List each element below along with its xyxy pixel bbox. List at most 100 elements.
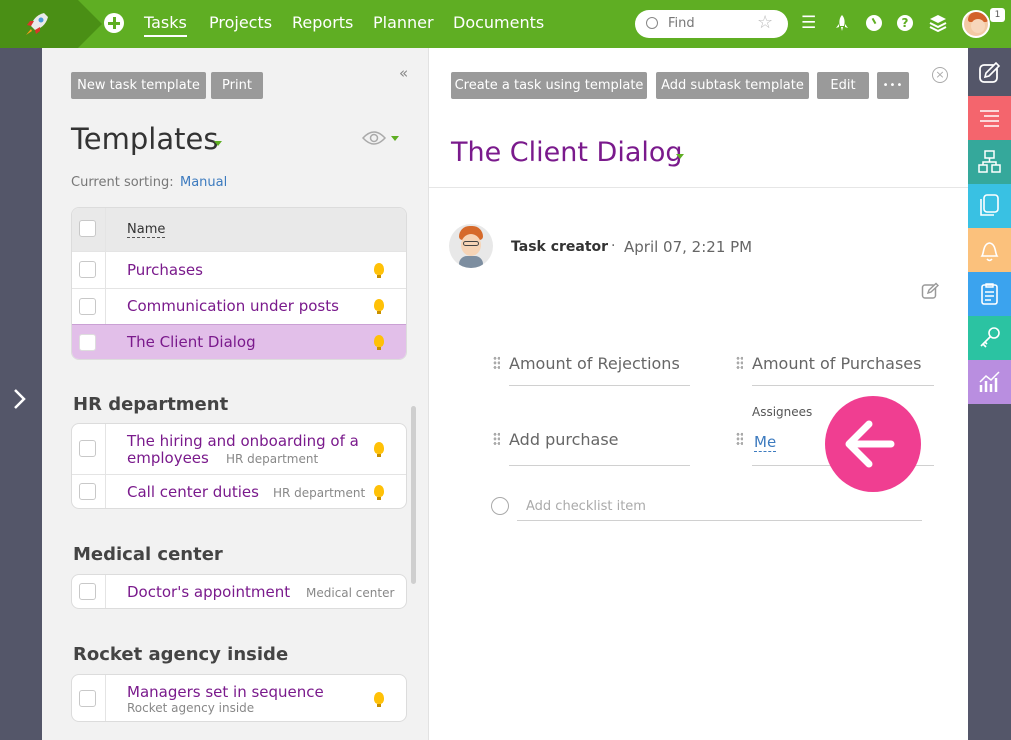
user-avatar[interactable] [962, 10, 990, 38]
template-link-line2[interactable]: employees [127, 449, 209, 467]
more-button[interactable]: ••• [877, 72, 909, 99]
row-checkbox[interactable] [79, 440, 96, 457]
row-checkbox[interactable] [79, 334, 96, 351]
template-link[interactable]: Communication under posts [127, 297, 339, 315]
row-checkbox[interactable] [79, 583, 96, 600]
template-group-label: HR department [273, 486, 366, 500]
toolbar-edit[interactable] [968, 52, 1011, 96]
creator-label: Task creator [511, 239, 609, 255]
back-arrow-button[interactable] [825, 396, 921, 492]
eye-dropdown-icon[interactable] [391, 136, 399, 141]
new-task-template-button[interactable]: New task template [71, 72, 206, 99]
drag-handle-icon[interactable] [493, 432, 500, 446]
row-checkbox[interactable] [79, 483, 96, 500]
nav-projects[interactable]: Projects [209, 13, 272, 32]
create-task-from-template-button[interactable]: Create a task using template [451, 72, 647, 99]
collapse-panel-icon[interactable]: « [399, 64, 408, 82]
table-row[interactable]: Purchases [72, 251, 406, 288]
add-subtask-template-button[interactable]: Add subtask template [656, 72, 809, 99]
search-icon [646, 17, 658, 29]
nav-planner[interactable]: Planner [373, 13, 434, 32]
lightbulb-icon [374, 442, 384, 457]
column-divider [105, 675, 106, 721]
checklist-radio[interactable] [491, 497, 509, 515]
template-link[interactable]: Doctor's appointment [127, 583, 290, 601]
favorite-star-icon[interactable]: ☆ [757, 12, 773, 33]
close-icon[interactable]: × [932, 67, 948, 83]
group-heading: Rocket agency inside [73, 644, 289, 665]
list-icon [980, 110, 999, 127]
lightbulb-icon [374, 335, 384, 350]
toolbar-documents[interactable] [968, 184, 1011, 228]
template-link[interactable]: Call center duties [127, 483, 259, 501]
table-row[interactable]: Call center duties HR department [72, 474, 406, 508]
sorting-label: Current sorting: [71, 175, 174, 190]
checklist-underline [517, 520, 922, 521]
rocket-icon [26, 13, 48, 35]
timer-icon[interactable] [866, 15, 882, 31]
row-checkbox[interactable] [79, 298, 96, 315]
template-link[interactable]: The Client Dialog [127, 333, 256, 351]
checklist-input[interactable]: Add checklist item [526, 499, 646, 514]
panel-scrollbar[interactable] [411, 406, 416, 584]
chart-icon [979, 371, 1000, 392]
search-input[interactable]: Find ☆ [635, 10, 788, 38]
template-group-label: Medical center [306, 586, 395, 600]
logo-arrow [78, 0, 102, 48]
sorting-value[interactable]: Manual [180, 175, 227, 190]
nav-documents[interactable]: Documents [453, 13, 544, 32]
panel-title: Templates [71, 122, 219, 156]
row-checkbox[interactable] [79, 690, 96, 707]
created-date: April 07, 2:21 PM [624, 238, 753, 256]
creator-avatar [449, 224, 493, 268]
drag-handle-icon[interactable] [736, 432, 743, 446]
select-all-checkbox[interactable] [79, 220, 96, 237]
custom-field-label[interactable]: Amount of Rejections [509, 354, 680, 373]
layers-icon[interactable] [929, 14, 947, 32]
edit-button[interactable]: Edit [817, 72, 869, 99]
group-card: The hiring and onboarding of a employees… [71, 423, 407, 509]
template-link[interactable]: Purchases [127, 261, 203, 279]
edit-pencil-icon[interactable] [921, 282, 939, 300]
field-underline [509, 465, 690, 466]
toolbar-notifications[interactable] [968, 228, 1011, 272]
toolbar-tasks[interactable] [968, 96, 1011, 140]
field-underline [752, 385, 934, 386]
nav-tasks[interactable]: Tasks [144, 13, 187, 37]
logo[interactable] [0, 0, 78, 48]
nav-reports[interactable]: Reports [292, 13, 353, 32]
custom-field-label[interactable]: Amount of Purchases [752, 354, 921, 373]
template-link[interactable]: Managers set in sequence [127, 683, 324, 701]
assignee-link[interactable]: Me [754, 434, 777, 452]
column-name-header[interactable]: Name [127, 222, 166, 238]
template-group-label: Rocket agency inside [127, 701, 255, 715]
toolbar-checklist[interactable] [968, 272, 1011, 316]
template-link-line1[interactable]: The hiring and onboarding of a [127, 432, 359, 450]
table-row-selected[interactable]: The Client Dialog [72, 324, 406, 359]
table-row[interactable]: The hiring and onboarding of a employees… [72, 424, 406, 474]
title-dropdown-icon[interactable] [676, 154, 684, 159]
print-button[interactable]: Print [211, 72, 263, 99]
title-dropdown-icon[interactable] [214, 141, 222, 146]
drag-handle-icon[interactable] [736, 356, 743, 370]
toolbar-access[interactable] [968, 316, 1011, 360]
rocket-small-icon[interactable] [835, 15, 849, 31]
panel-divider [428, 48, 429, 740]
drag-handle-icon[interactable] [493, 356, 500, 370]
row-checkbox[interactable] [79, 261, 96, 278]
menu-icon[interactable]: ☰ [801, 13, 816, 33]
help-icon[interactable]: ? [897, 15, 913, 31]
lightbulb-icon [374, 485, 384, 500]
task-title[interactable]: The Client Dialog [451, 137, 683, 168]
toolbar-analytics[interactable] [968, 360, 1011, 404]
group-card: Doctor's appointment Medical center [71, 574, 407, 609]
add-icon[interactable] [104, 13, 124, 33]
lightbulb-icon [374, 692, 384, 707]
group-card: Managers set in sequence Rocket agency i… [71, 674, 407, 722]
table-row[interactable]: Communication under posts [72, 288, 406, 324]
toolbar-structure[interactable] [968, 140, 1011, 184]
eye-icon[interactable] [362, 130, 386, 146]
custom-field-label[interactable]: Add purchase [509, 430, 619, 449]
expand-chevron-icon[interactable] [13, 388, 27, 410]
arrow-left-icon [845, 420, 895, 468]
